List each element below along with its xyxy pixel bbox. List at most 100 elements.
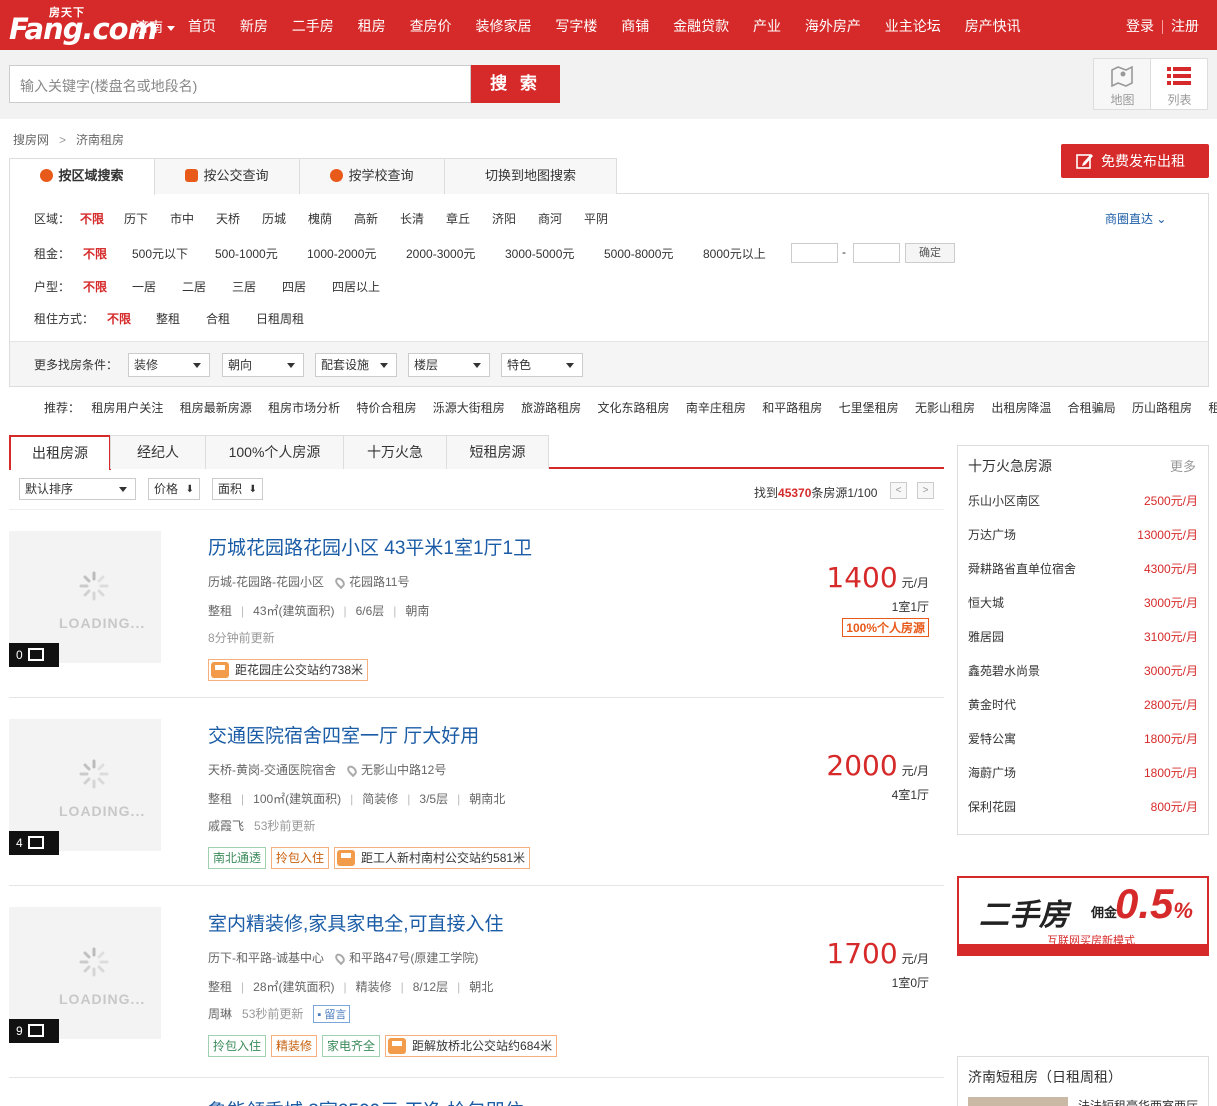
rent-option[interactable]: 1000-2000元 [307, 245, 376, 262]
search-button[interactable]: 搜 索 [471, 65, 560, 103]
nav-item-second-hand[interactable]: 二手房 [292, 18, 334, 34]
sort-dropdown[interactable]: 默认排序 [19, 478, 136, 500]
mode-option[interactable]: 不限 [107, 310, 131, 327]
recommend-link[interactable]: 租房用户关注 [91, 401, 163, 415]
tab-agents[interactable]: 经纪人 [110, 435, 206, 469]
area-option[interactable]: 不限 [80, 210, 104, 227]
nav-item-shop[interactable]: 商铺 [621, 18, 649, 34]
listing-title[interactable]: 交通医院宿舍四室一厅 厅大好用 [208, 721, 479, 748]
area-option[interactable]: 章丘 [446, 210, 470, 227]
min-price-input[interactable] [791, 243, 838, 263]
tab-map-search[interactable]: 切换到地图搜索 [444, 158, 617, 194]
max-price-input[interactable] [853, 243, 900, 263]
rent-option[interactable]: 500-1000元 [215, 245, 278, 262]
layout-option[interactable]: 四居 [282, 278, 306, 295]
urgent-item[interactable]: 海蔚广场 1800元/月 [968, 764, 1198, 781]
area-option[interactable]: 历下 [124, 210, 148, 227]
area-option[interactable]: 长清 [400, 210, 424, 227]
urgent-item[interactable]: 雅居园 3100元/月 [968, 628, 1198, 645]
rent-option[interactable]: 8000元以上 [703, 245, 766, 262]
agent-name[interactable]: 戚霞飞 [208, 819, 244, 833]
area-option[interactable]: 商河 [538, 210, 562, 227]
publish-rent-button[interactable]: 免费发布出租 [1061, 144, 1209, 178]
urgent-item[interactable]: 爱特公寓 1800元/月 [968, 730, 1198, 747]
tab-school-search[interactable]: 按学校查询 [299, 158, 445, 194]
short-rent-item[interactable]: 法法短租豪华两室两厅 [1078, 1097, 1198, 1106]
nav-item-overseas[interactable]: 海外房产 [805, 18, 861, 34]
prev-page-button[interactable]: < [890, 482, 907, 499]
layout-option[interactable]: 一居 [132, 278, 156, 295]
recommend-link[interactable]: 南辛庄租房 [686, 401, 746, 415]
agent-name[interactable]: 周琳 [208, 1007, 232, 1021]
urgent-item[interactable]: 黄金时代 2800元/月 [968, 696, 1198, 713]
location-text[interactable]: 历城-花园路-花园小区 [208, 575, 324, 589]
area-option[interactable]: 槐荫 [308, 210, 332, 227]
listing-photo[interactable]: LOADING... 0 [9, 531, 161, 667]
recommend-link[interactable]: 特价合租房 [356, 401, 416, 415]
floor-dropdown[interactable]: 楼层 [408, 353, 490, 377]
breadcrumb-home[interactable]: 搜房网 [13, 133, 49, 147]
nav-item-industry[interactable]: 产业 [753, 18, 781, 34]
mode-option[interactable]: 整租 [156, 310, 180, 327]
fang-logo[interactable]: 房天下 Fang.com [9, 4, 158, 46]
nav-item-price[interactable]: 查房价 [410, 18, 452, 34]
sort-area-button[interactable]: 面积 ⬇ [212, 478, 263, 500]
recommend-link[interactable]: 合租骗局 [1068, 401, 1116, 415]
area-option[interactable]: 市中 [170, 210, 194, 227]
area-option[interactable]: 历城 [262, 210, 286, 227]
map-view-button[interactable]: 地图 [1094, 59, 1151, 109]
nav-item-home[interactable]: 首页 [188, 18, 216, 34]
recommend-link[interactable]: 租房最新房源 [180, 401, 252, 415]
rent-option[interactable]: 3000-5000元 [505, 245, 574, 262]
rent-option[interactable]: 不限 [83, 245, 107, 262]
next-page-button[interactable]: > [917, 482, 934, 499]
listing-title[interactable]: 鲁能领秀城 3室2500元 干净 拎包即住 [208, 1096, 524, 1106]
recommend-link[interactable]: 历山路租房 [1132, 401, 1192, 415]
recommend-link[interactable]: 旅游路租房 [521, 401, 581, 415]
layout-option[interactable]: 不限 [83, 278, 107, 295]
listing-title[interactable]: 室内精装修,家具家电全,可直接入住 [208, 909, 504, 936]
list-view-button[interactable]: 列表 [1151, 59, 1208, 109]
breadcrumb-current[interactable]: 济南租房 [76, 133, 124, 147]
nav-item-news[interactable]: 房产快讯 [965, 18, 1021, 34]
tab-personal-listings[interactable]: 100%个人房源 [205, 435, 344, 469]
listing-photo[interactable]: LOADING... 4 [9, 719, 161, 855]
recommend-link[interactable]: 文化东路租房 [598, 401, 670, 415]
city-selector[interactable]: 济南 [135, 17, 175, 37]
orientation-dropdown[interactable]: 朝向 [222, 353, 304, 377]
shangquan-link[interactable]: 商圈直达 ⌄ [1105, 210, 1166, 227]
mode-option[interactable]: 合租 [206, 310, 230, 327]
commission-ad-banner[interactable]: 二手房 佣金 0.5% 互联网买房新模式 [957, 876, 1209, 956]
area-option[interactable]: 天桥 [216, 210, 240, 227]
tab-rent-listings[interactable]: 出租房源 [9, 435, 111, 470]
recommend-link[interactable]: 和平路租房 [762, 401, 822, 415]
layout-option[interactable]: 二居 [182, 278, 206, 295]
urgent-item[interactable]: 保利花园 800元/月 [968, 798, 1198, 815]
tab-urgent[interactable]: 十万火急 [343, 435, 447, 469]
area-option[interactable]: 高新 [354, 210, 378, 227]
login-link[interactable]: 登录 [1126, 18, 1154, 34]
recommend-link[interactable]: 泺源大街租房 [433, 401, 505, 415]
facilities-dropdown[interactable]: 配套设施 [315, 353, 397, 377]
location-text[interactable]: 天桥-黄岗-交通医院宿舍 [208, 763, 336, 777]
rent-option[interactable]: 500元以下 [132, 245, 188, 262]
sort-price-button[interactable]: 价格 ⬇ [148, 478, 200, 500]
tab-area-search[interactable]: 按区域搜索 [9, 158, 155, 195]
feature-dropdown[interactable]: 特色 [501, 353, 583, 377]
rent-option[interactable]: 2000-3000元 [406, 245, 475, 262]
recommend-link[interactable]: 租房市场分析 [268, 401, 340, 415]
recommend-link[interactable]: 七里堡租房 [839, 401, 899, 415]
nav-item-decoration[interactable]: 装修家居 [475, 18, 531, 34]
tab-bus-search[interactable]: 按公交查询 [154, 158, 300, 194]
nav-item-rent[interactable]: 租房 [358, 18, 386, 34]
listing-title[interactable]: 历城花园路花园小区 43平米1室1厅1卫 [208, 533, 532, 560]
mode-option[interactable]: 日租周租 [256, 310, 304, 327]
more-link[interactable]: 更多 [1170, 456, 1196, 475]
price-confirm-button[interactable]: 确定 [905, 243, 955, 263]
nav-item-new-house[interactable]: 新房 [240, 18, 268, 34]
nav-item-forum[interactable]: 业主论坛 [885, 18, 941, 34]
nav-item-office[interactable]: 写字楼 [555, 18, 597, 34]
area-option[interactable]: 济阳 [492, 210, 516, 227]
urgent-item[interactable]: 舜耕路省直单位宿舍 4300元/月 [968, 560, 1198, 577]
search-input[interactable]: 输入关键字(楼盘名或地段名) [9, 65, 471, 103]
